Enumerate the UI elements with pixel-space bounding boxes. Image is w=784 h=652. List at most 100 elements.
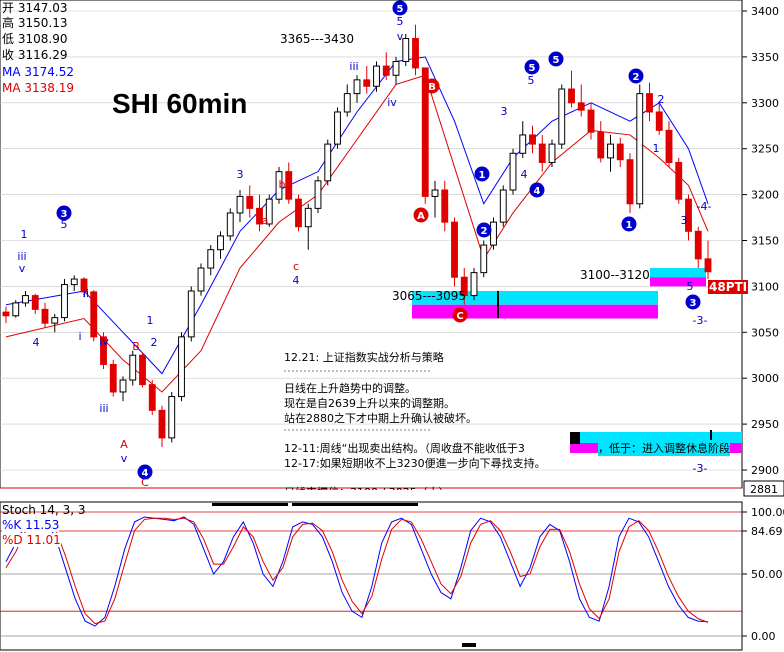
stoch-tick-label: 50.00 <box>751 568 783 581</box>
candle-body <box>236 195 244 214</box>
wave-circle-label: B <box>428 82 436 93</box>
annotation-line-3: 站在2880之下才中期上升确认被破坏。 <box>284 412 477 425</box>
stoch-panel <box>0 501 743 651</box>
support-range-2-label: 3100--3120 <box>580 268 650 282</box>
candle-body <box>197 267 205 292</box>
candle-body <box>480 244 488 274</box>
stoch-d-value: %D 11.01 <box>2 533 61 547</box>
wave-circle-label: 5 <box>397 4 404 15</box>
wave-label: 2 <box>151 336 158 349</box>
ohlc-open: 开 3147.03 <box>2 1 68 15</box>
candle-body <box>616 143 624 161</box>
price-tick-label: 3050 <box>751 326 779 339</box>
candle-body <box>295 198 302 228</box>
stoch-tick-label: 0.00 <box>751 630 776 643</box>
price-tick-label: 3250 <box>751 143 779 156</box>
annotation-date-line: 12.21: 上证指数实战分析与策略 <box>284 351 444 364</box>
price-tick-label: 3400 <box>751 5 779 18</box>
ma-fast-value: MA 3174.52 <box>2 65 74 79</box>
candle-body <box>334 111 341 145</box>
candle-body <box>168 396 176 439</box>
wave-circle-label: 1 <box>626 220 633 231</box>
wave-label: v <box>121 452 128 465</box>
candle-body <box>499 189 507 223</box>
candle-body <box>402 38 410 62</box>
price-tick-label: 3150 <box>751 235 779 248</box>
wave-label: 1 <box>653 142 660 155</box>
candle-body <box>655 111 663 131</box>
pti-badge: 48PTI <box>708 280 749 294</box>
wave-label: B <box>132 340 140 353</box>
stoch-marker-bar <box>292 503 418 506</box>
wave-label: 3 <box>681 214 688 227</box>
wave-label: 2 <box>658 93 665 106</box>
candle-body <box>246 195 254 209</box>
target-range-label: 3365---3430 <box>280 32 355 46</box>
candle-body <box>363 79 371 87</box>
support-zone-cyan <box>650 268 706 278</box>
candle-body <box>470 272 478 297</box>
wave-label: 5 <box>687 280 694 293</box>
annotation-line-5: 12-17:如果短期收不上3230便進一步向下尋找支持。 <box>284 457 546 470</box>
wave-circle-label: 4 <box>534 186 541 197</box>
candle-body <box>70 278 78 286</box>
wave-circle-label: 3 <box>61 209 68 220</box>
wave-circle-label: 5 <box>529 63 536 74</box>
annotation-line-6: 日线支撑位：3100 / 3025（十） <box>284 484 450 490</box>
candle-body <box>187 290 195 338</box>
candle-body <box>148 384 156 411</box>
candle-body <box>119 379 127 393</box>
candle-body <box>382 65 390 76</box>
candle-body <box>217 235 224 251</box>
wave-label: 1 <box>21 228 28 241</box>
candle-body <box>675 161 683 200</box>
stoch-header: Stoch 14, 3, 3 <box>2 503 86 517</box>
annotation-line-2: 现在是自2639上升以来的调整期。 <box>284 397 455 410</box>
candle-body <box>568 88 575 104</box>
wave-label: -3- <box>693 462 708 475</box>
candle-body <box>548 143 556 163</box>
wave-label: i <box>78 330 81 343</box>
candle-body <box>694 230 702 260</box>
candle-body <box>519 134 527 154</box>
ohlc-close: 收 3116.29 <box>2 48 68 62</box>
candle-body <box>2 311 10 317</box>
wave-label: a <box>262 214 269 227</box>
wave-label: -3- <box>693 314 708 327</box>
wave-label: v <box>19 262 26 275</box>
candle-body <box>558 88 566 145</box>
candle-body <box>392 60 400 76</box>
candle-body <box>158 409 166 439</box>
support-zone-magenta <box>650 277 706 287</box>
wave-label: 4 <box>521 168 528 181</box>
candle-body <box>577 102 585 111</box>
candle-body <box>226 212 234 237</box>
wave-circle-label: 2 <box>633 72 640 83</box>
price-tick-label: 3000 <box>751 372 779 385</box>
price-tick-label: 3300 <box>751 97 779 110</box>
wave-label: 5 <box>397 15 404 28</box>
candle-body <box>646 93 653 113</box>
stoch-marker-bar <box>212 503 288 506</box>
support-range-1-label: 3065---3095 <box>392 289 467 303</box>
candle-body <box>207 249 215 269</box>
ohlc-low: 低 3108.90 <box>2 32 68 46</box>
annotation-line-4b: ，低于：进入调整休息阶段 <box>598 440 730 456</box>
wave-label: 3 <box>237 168 244 181</box>
candle-body <box>704 258 712 273</box>
candle-body <box>304 207 312 228</box>
annotation-line-1: 日线在上升趋势中的调整。 <box>284 382 416 395</box>
price-tick-label: 3200 <box>751 189 779 202</box>
wave-label: 1 <box>147 314 154 327</box>
candle-body <box>412 38 419 69</box>
wave-label: 3 <box>501 105 508 118</box>
annotation-zone-marker <box>570 432 580 444</box>
candle-body <box>109 363 117 393</box>
candle-body <box>538 143 546 163</box>
candle-body <box>129 354 137 381</box>
wave-label: A <box>120 438 128 451</box>
candle-body <box>529 134 536 145</box>
candle-body <box>22 295 29 304</box>
candle-body <box>90 291 98 338</box>
wave-label: ii <box>83 287 89 300</box>
